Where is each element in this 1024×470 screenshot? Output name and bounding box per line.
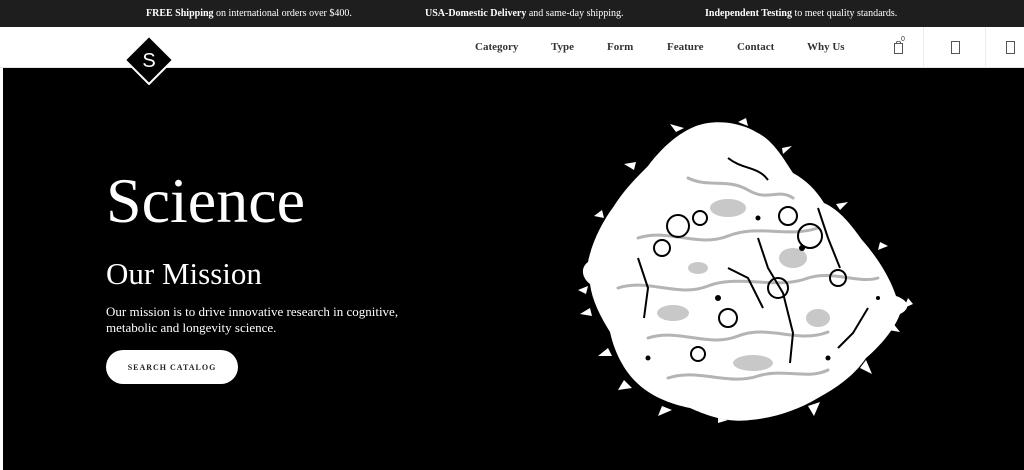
announcement-independent-testing: Independent Testing to meet quality stan… bbox=[705, 0, 897, 27]
nav-item-type[interactable]: Type bbox=[551, 27, 574, 68]
announcement-free-shipping: FREE Shipping on international orders ov… bbox=[146, 0, 352, 27]
logo-diamond-icon: S bbox=[124, 35, 174, 85]
hero-subtitle: Our Mission bbox=[106, 256, 262, 291]
site-logo[interactable]: S bbox=[124, 35, 174, 85]
hero-title: Science bbox=[106, 165, 305, 236]
nav-item-category[interactable]: Category bbox=[475, 27, 518, 68]
page: FREE Shipping on international orders ov… bbox=[0, 0, 1024, 470]
search-button[interactable] bbox=[986, 27, 1024, 68]
hero-banner: Science Our Mission Our mission is to dr… bbox=[3, 68, 1024, 470]
marbled-cell-image bbox=[578, 118, 913, 423]
announcement-independent-testing-text: to meet quality standards. bbox=[791, 8, 898, 19]
logo-letter: S bbox=[142, 50, 155, 72]
announcement-independent-testing-strong: Independent Testing bbox=[705, 8, 792, 19]
announcement-domestic-delivery: USA-Domestic Delivery and same-day shipp… bbox=[425, 0, 624, 27]
nav-item-why-us[interactable]: Why Us bbox=[807, 27, 845, 68]
nav-item-feature[interactable]: Feature bbox=[667, 27, 703, 68]
hero-description: Our mission is to drive innovative resea… bbox=[106, 304, 399, 335]
announcement-domestic-delivery-text: and same-day shipping. bbox=[526, 8, 624, 19]
nav-item-contact[interactable]: Contact bbox=[737, 27, 774, 68]
nav-item-form[interactable]: Form bbox=[607, 27, 633, 68]
site-header: S Category Type Form Feature Contact Why… bbox=[0, 27, 1024, 85]
announcement-free-shipping-text: on international orders over $400. bbox=[213, 8, 352, 19]
user-icon bbox=[951, 41, 960, 54]
search-catalog-button[interactable]: SEARCH CATALOG bbox=[106, 350, 238, 384]
account-button[interactable] bbox=[924, 27, 986, 68]
announcement-domestic-delivery-strong: USA-Domestic Delivery bbox=[425, 8, 527, 19]
announcement-bar: FREE Shipping on international orders ov… bbox=[0, 0, 1024, 27]
search-icon bbox=[1006, 41, 1015, 54]
cart-count-badge: 0 bbox=[901, 36, 905, 43]
cart-button[interactable]: 0 bbox=[888, 27, 924, 68]
announcement-free-shipping-strong: FREE Shipping bbox=[146, 8, 214, 19]
